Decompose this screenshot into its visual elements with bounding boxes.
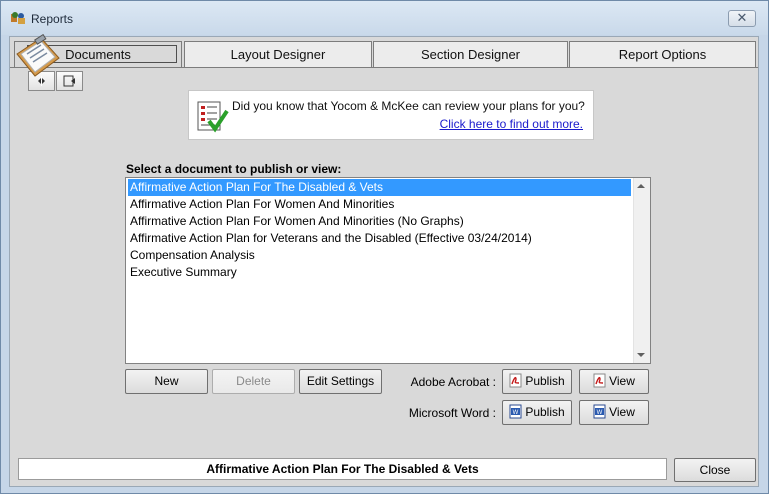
- list-scrollbar[interactable]: [633, 178, 650, 363]
- word-publish-button[interactable]: W Publish: [502, 400, 572, 425]
- adobe-view-button[interactable]: View: [579, 369, 649, 394]
- reports-window: Reports ✕ Documents Layout Designer Sect…: [0, 0, 769, 494]
- tab-section-designer[interactable]: Section Designer: [373, 41, 568, 68]
- publish-label: Publish: [525, 405, 565, 419]
- tab-label: Report Options: [618, 47, 707, 62]
- document-list[interactable]: Affirmative Action Plan For The Disabled…: [125, 177, 651, 364]
- promo-text: Did you know that Yocom & McKee can revi…: [232, 99, 585, 113]
- list-item[interactable]: Affirmative Action Plan For Women And Mi…: [128, 196, 631, 213]
- view-label: View: [609, 405, 635, 419]
- adobe-publish-button[interactable]: Publish: [502, 369, 572, 394]
- svg-text:W: W: [597, 410, 603, 416]
- tab-report-options[interactable]: Report Options: [569, 41, 756, 68]
- list-item[interactable]: Compensation Analysis: [128, 247, 631, 264]
- view-label: View: [609, 374, 635, 388]
- pdf-icon: [509, 373, 522, 388]
- window-title: Reports: [31, 12, 74, 26]
- edit-settings-button[interactable]: Edit Settings: [299, 369, 382, 394]
- tab-label: Layout Designer: [230, 47, 326, 62]
- find-out-more-link[interactable]: Click here to find out more.: [440, 117, 583, 131]
- svg-text:W: W: [513, 410, 519, 416]
- list-item[interactable]: Executive Summary: [128, 264, 631, 281]
- publish-label: Publish: [525, 374, 565, 388]
- list-item[interactable]: Affirmative Action Plan For The Disabled…: [128, 179, 631, 196]
- selected-document-status: Affirmative Action Plan For The Disabled…: [18, 458, 667, 480]
- word-view-button[interactable]: W View: [579, 400, 649, 425]
- scroll-down-icon[interactable]: [637, 353, 645, 357]
- promo-box: Did you know that Yocom & McKee can revi…: [188, 90, 594, 140]
- document-list-label: Select a document to publish or view:: [126, 162, 342, 176]
- list-item[interactable]: Affirmative Action Plan For Women And Mi…: [128, 213, 631, 230]
- checklist-icon: [197, 101, 229, 133]
- reports-app-icon: [11, 12, 25, 24]
- list-item[interactable]: Affirmative Action Plan for Veterans and…: [128, 230, 631, 247]
- close-icon: ✕: [736, 10, 748, 25]
- client-area: Documents Layout Designer Section Design…: [9, 34, 759, 487]
- title-bar: Reports ✕: [1, 1, 768, 35]
- microsoft-word-label: Microsoft Word :: [408, 406, 496, 420]
- scroll-up-icon[interactable]: [637, 184, 645, 188]
- word-icon: W: [509, 404, 522, 419]
- new-button[interactable]: New: [125, 369, 208, 394]
- delete-button[interactable]: Delete: [212, 369, 295, 394]
- window-close-button[interactable]: ✕: [728, 10, 756, 27]
- adobe-acrobat-label: Adobe Acrobat :: [410, 375, 496, 389]
- tab-layout-designer[interactable]: Layout Designer: [184, 41, 372, 68]
- pdf-icon: [593, 373, 606, 388]
- tab-label: Section Designer: [421, 47, 520, 62]
- clipboard-icon: [16, 34, 60, 77]
- word-icon: W: [593, 404, 606, 419]
- close-button[interactable]: Close: [674, 458, 756, 482]
